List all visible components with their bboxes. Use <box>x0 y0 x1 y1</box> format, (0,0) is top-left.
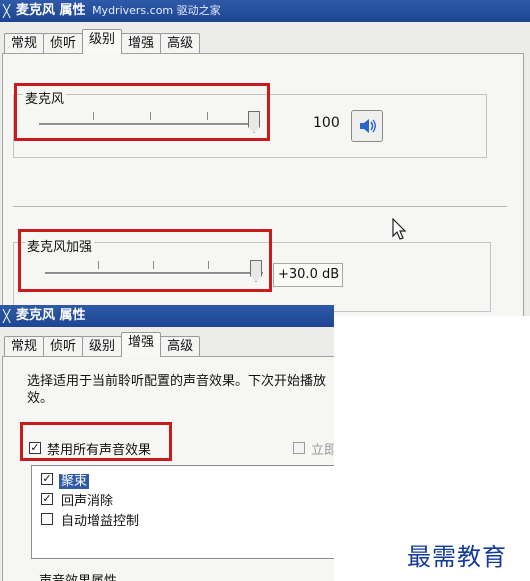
effect-label-echo-cancel[interactable]: 回声消除 <box>61 490 113 509</box>
effect-label-beamforming[interactable]: 聚束 <box>59 470 90 489</box>
effect-checkbox-echo-cancel[interactable]: ✓ <box>41 493 53 505</box>
effect-checkbox-agc[interactable] <box>41 513 53 525</box>
tab-advanced[interactable]: 高级 <box>160 33 201 54</box>
effect-label-agc[interactable]: 自动增益控制 <box>61 510 139 529</box>
microphone-level-value: 100 <box>313 115 340 131</box>
tab-strip: 常规 侦听 级别 增强 高级 <box>4 29 201 54</box>
enhancements-description: 选择适用于当前聆听配置的声音效果。下次开始播放效。 <box>27 374 327 406</box>
speaker-icon <box>360 119 376 133</box>
highlight-disable-effects <box>20 422 172 461</box>
tab-general[interactable]: 常规 <box>4 33 45 54</box>
tab-strip: 常规 侦听 级别 增强 高级 <box>4 332 201 357</box>
mouse-pointer-icon <box>392 218 407 240</box>
effect-checkbox-beamforming[interactable]: ✓ <box>41 473 53 485</box>
close-icon[interactable]: ╳ <box>3 0 10 22</box>
boost-value-field: +30.0 dB <box>273 263 343 287</box>
tab-levels[interactable]: 级别 <box>82 336 123 357</box>
title-bar[interactable]: ╳ 麦克风 属性 Mydrivers.com 驱动之家 <box>0 0 530 22</box>
highlight-boost-slider <box>18 229 272 292</box>
window-title: 麦克风 属性 <box>16 3 86 18</box>
tab-enhancements[interactable]: 增强 <box>121 332 162 357</box>
tab-listen[interactable]: 侦听 <box>43 336 84 357</box>
site-watermark: 最需教育 <box>407 543 507 571</box>
close-icon[interactable]: ╳ <box>3 305 10 327</box>
enhancements-panel: 选择适用于当前聆听配置的声音效果。下次开始播放效。 ✓ 禁用所有声音效果 立即 … <box>2 356 334 581</box>
tab-levels[interactable]: 级别 <box>82 29 123 54</box>
tab-enhancements[interactable]: 增强 <box>121 33 162 54</box>
source-watermark: Mydrivers.com 驱动之家 <box>92 4 221 17</box>
separator <box>13 206 507 207</box>
tab-listen[interactable]: 侦听 <box>43 33 84 54</box>
title-bar[interactable]: ╳ 麦克风 属性 <box>0 305 334 327</box>
mute-button[interactable] <box>351 110 383 142</box>
immediate-checkbox[interactable] <box>293 442 305 454</box>
effect-properties-label: 声音效果属性 <box>37 570 120 581</box>
highlight-microphone-slider <box>14 83 270 141</box>
tab-advanced[interactable]: 高级 <box>160 336 201 357</box>
window-title: 麦克风 属性 <box>16 308 86 323</box>
tab-general[interactable]: 常规 <box>4 336 45 357</box>
immediate-label: 立即 <box>311 443 334 458</box>
